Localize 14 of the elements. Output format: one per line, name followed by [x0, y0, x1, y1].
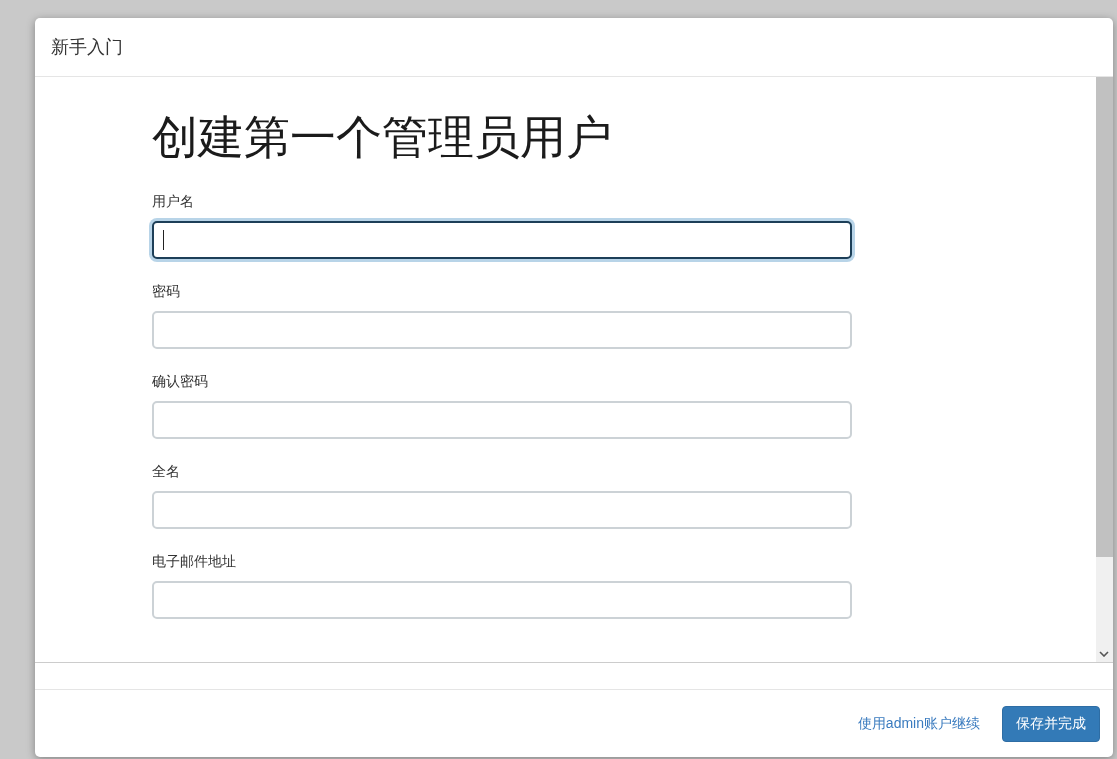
- text-cursor: [163, 230, 164, 250]
- field-label: 电子邮件地址: [152, 553, 237, 571]
- field-label: 全名: [152, 463, 181, 481]
- scroll-down-icon[interactable]: [1099, 651, 1109, 657]
- field-label: 密码: [152, 283, 181, 301]
- dialog-title: 新手入门: [51, 36, 123, 59]
- scrollbar-thumb[interactable]: [1096, 77, 1113, 557]
- save-and-finish-button[interactable]: 保存并完成: [1002, 705, 1100, 742]
- scrollbar[interactable]: [1096, 77, 1113, 662]
- field-label: 用户名: [152, 193, 195, 211]
- form-heading: 创建第一个管理员用户: [152, 110, 613, 165]
- continue-as-admin-link[interactable]: 使用admin账户继续: [857, 714, 980, 733]
- input-field[interactable]: [152, 221, 852, 259]
- field-label: 确认密码: [152, 373, 209, 391]
